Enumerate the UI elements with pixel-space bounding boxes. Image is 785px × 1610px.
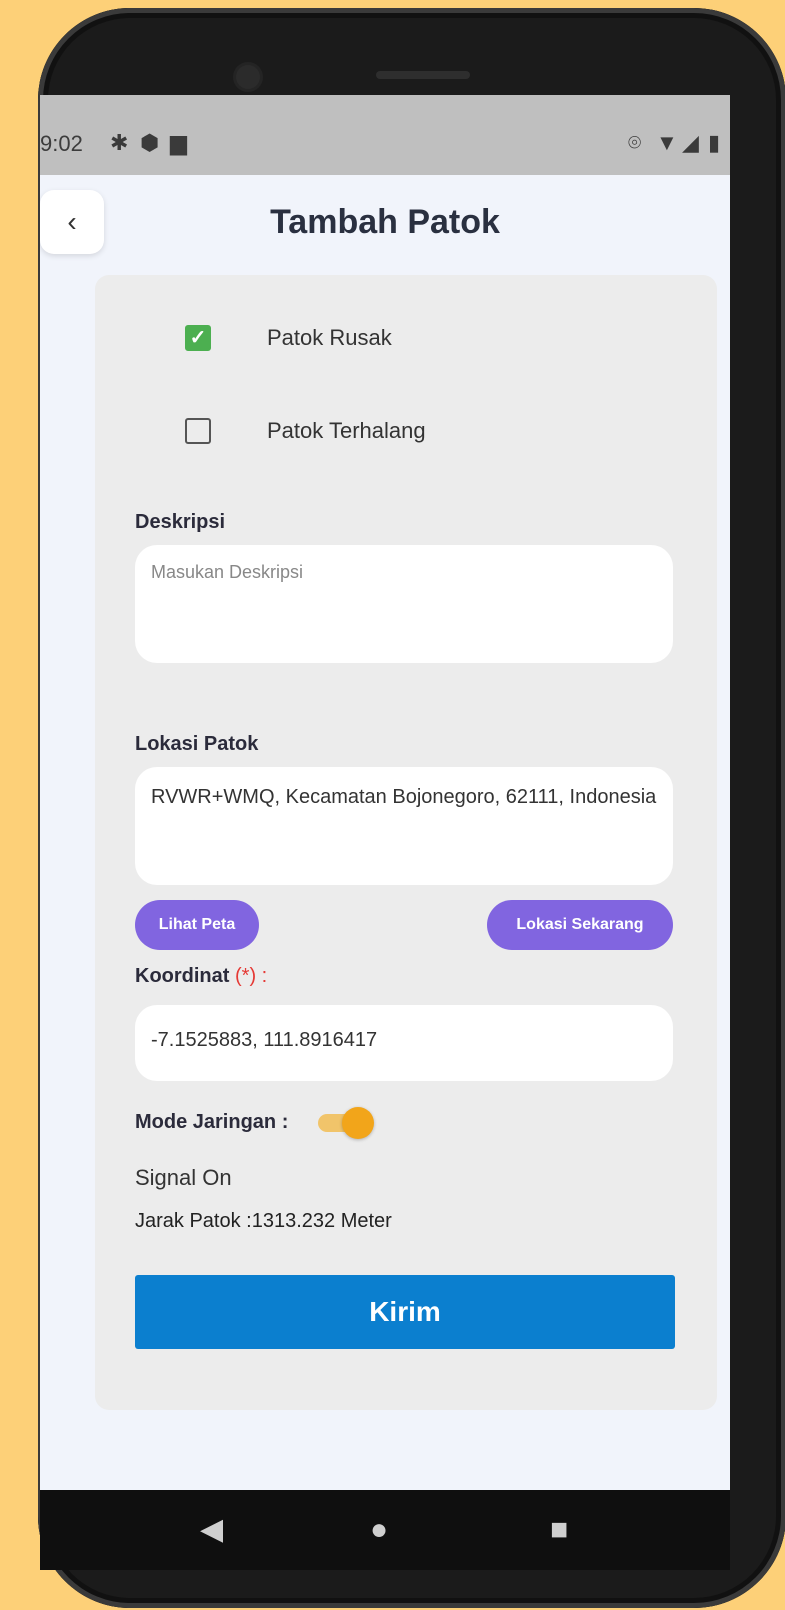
submit-button[interactable]: Kirim (135, 1275, 675, 1349)
checkbox-patok-rusak[interactable]: ✓ (185, 325, 211, 351)
page-title: Tambah Patok (270, 203, 500, 241)
toggle-thumb (342, 1107, 375, 1139)
checkbox-label: Patok Rusak (267, 325, 392, 350)
network-mode-label: Mode Jaringan : (135, 1110, 289, 1133)
status-time: 9:02 (40, 131, 83, 156)
distance-text: Jarak Patok :1313.232 Meter (135, 1210, 392, 1232)
recents-square-icon[interactable]: ■ (550, 1512, 568, 1548)
description-input[interactable]: Masukan Deskripsi (135, 545, 673, 663)
coordinates-value: -7.1525883, 111.8916417 (151, 1029, 378, 1051)
checkbox-row-patok-rusak[interactable]: ✓ Patok Rusak (185, 325, 392, 351)
network-mode-toggle[interactable] (312, 1105, 375, 1139)
app-bar: ‹ Tambah Patok (40, 175, 730, 285)
coordinates-label-text: Koordinat (135, 965, 230, 987)
checkbox-row-patok-terhalang[interactable]: Patok Terhalang (185, 418, 426, 444)
required-mark: (*) (235, 965, 257, 987)
gear-icon: ✱ (110, 130, 129, 155)
coordinates-label-suffix: : (261, 965, 268, 987)
checkbox-patok-terhalang[interactable] (185, 418, 211, 444)
form-card: ✓ Patok Rusak Patok Terhalang Deskripsi … (95, 275, 717, 1410)
location-value: RVWR+WMQ, Kecamatan Bojonegoro, 62111, I… (151, 786, 657, 808)
home-circle-icon[interactable]: ● (370, 1512, 388, 1548)
network-mode-row: Mode Jaringan : (135, 1105, 375, 1139)
front-camera (236, 65, 260, 89)
status-bar: 9:02 ✱ ⬢ ▆ ⌾ ▼ ◢ ▮ (40, 95, 730, 175)
checkbox-label: Patok Terhalang (267, 418, 426, 443)
description-placeholder: Masukan Deskripsi (151, 562, 304, 582)
back-triangle-icon[interactable]: ◀ (200, 1512, 223, 1548)
sd-card-icon: ▆ (170, 130, 187, 155)
app-screen: 9:02 ✱ ⬢ ▆ ⌾ ▼ ◢ ▮ ‹ Tambah Patok ✓ Pato… (40, 95, 730, 1490)
location-field[interactable]: RVWR+WMQ, Kecamatan Bojonegoro, 62111, I… (135, 767, 673, 885)
battery-icon: ▮ (708, 130, 721, 155)
earpiece-speaker (376, 71, 470, 79)
current-location-button[interactable]: Lokasi Sekarang (487, 900, 673, 950)
system-nav-bar: ◀ ● ■ (40, 1490, 730, 1570)
description-label: Deskripsi (135, 511, 226, 533)
signal-status: Signal On (135, 1165, 232, 1190)
location-icon: ⌾ (628, 130, 642, 155)
coordinates-label: Koordinat (*) : (135, 965, 267, 988)
location-label: Lokasi Patok (135, 733, 259, 755)
phone-top-bezel (38, 8, 785, 108)
view-map-button[interactable]: Lihat Peta (135, 900, 259, 950)
signal-icon: ◢ (682, 130, 699, 155)
shield-icon: ⬢ (140, 130, 160, 155)
wifi-icon: ▼ (656, 130, 678, 155)
coordinates-field[interactable]: -7.1525883, 111.8916417 (135, 1005, 673, 1081)
